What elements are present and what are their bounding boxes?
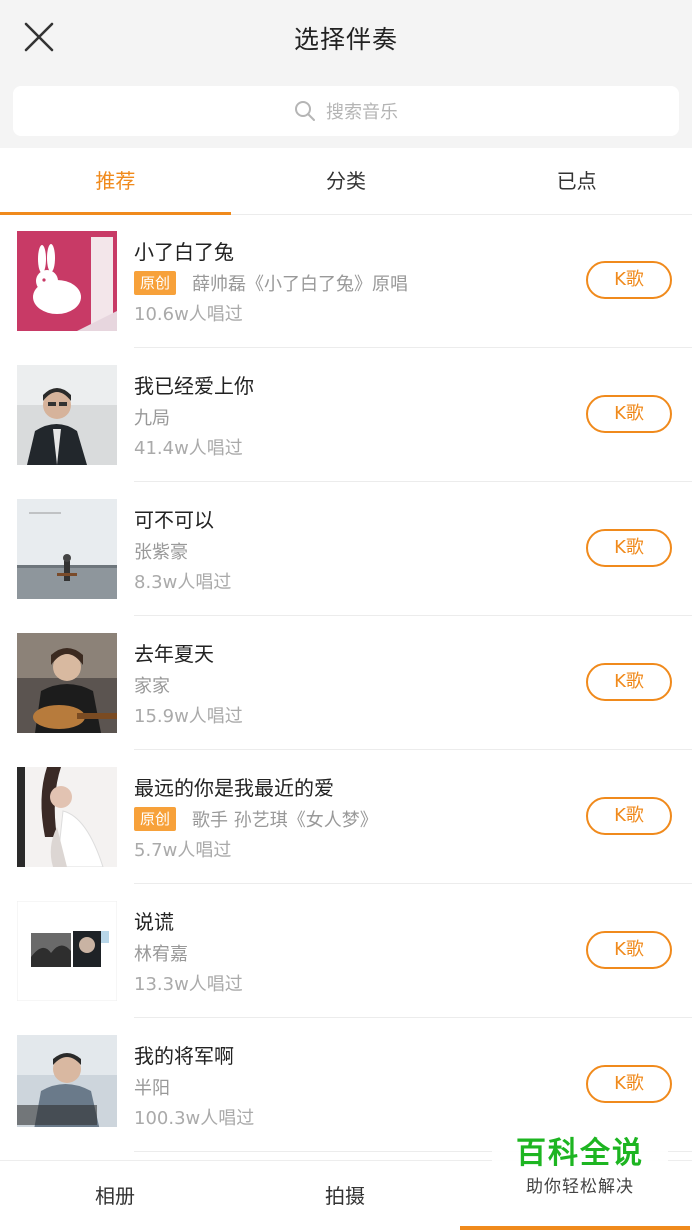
tab-selected[interactable]: 已点 — [461, 148, 692, 214]
sing-button[interactable]: K歌 — [586, 529, 672, 567]
watermark-title: 百科全说 — [516, 1136, 644, 1171]
play-count: 100.3w人唱过 — [134, 1108, 255, 1129]
watermark: 百科全说 助你轻松解决 — [492, 1132, 668, 1204]
play-count: 10.6w人唱过 — [134, 304, 243, 325]
list-item[interactable]: 小了白了兔 原创 薛帅磊《小了白了兔》原唱 10.6w人唱过 K歌 — [0, 214, 692, 348]
album-cover — [17, 365, 117, 465]
app-root: 选择伴奏 搜索音乐 推荐 分类 已点 小了白了兔 原创 薛帅磊《小了白了兔》原唱… — [0, 0, 692, 1230]
search-placeholder: 搜索音乐 — [326, 102, 398, 123]
song-title: 说谎 — [134, 910, 174, 934]
sing-button[interactable]: K歌 — [586, 931, 672, 969]
song-title: 我的将军啊 — [134, 1044, 234, 1068]
play-count: 15.9w人唱过 — [134, 706, 243, 727]
sing-button[interactable]: K歌 — [586, 395, 672, 433]
song-artist: 原创 歌手 孙艺琪《女人梦》 — [134, 806, 378, 832]
song-title: 可不可以 — [134, 508, 214, 532]
artist-text: 九局 — [134, 408, 170, 429]
song-title: 去年夏天 — [134, 642, 214, 666]
play-count: 5.7w人唱过 — [134, 840, 232, 861]
artist-text: 家家 — [134, 676, 170, 697]
album-cover — [17, 901, 117, 1001]
sing-button[interactable]: K歌 — [586, 797, 672, 835]
song-title: 最远的你是我最近的爱 — [134, 776, 334, 800]
search-input[interactable]: 搜索音乐 — [13, 86, 679, 136]
tab-shoot[interactable]: 拍摄 — [230, 1161, 460, 1230]
song-artist: 林宥嘉 — [134, 940, 188, 966]
play-count: 13.3w人唱过 — [134, 974, 243, 995]
album-cover — [17, 767, 117, 867]
list-item[interactable]: 去年夏天 家家 15.9w人唱过 K歌 — [0, 616, 692, 750]
search-icon — [294, 100, 316, 122]
artist-text: 张紫豪 — [134, 542, 188, 563]
watermark-subtitle: 助你轻松解决 — [526, 1177, 634, 1197]
album-cover — [17, 499, 117, 599]
song-artist: 家家 — [134, 672, 170, 698]
sing-button[interactable]: K歌 — [586, 261, 672, 299]
song-artist: 原创 薛帅磊《小了白了兔》原唱 — [134, 270, 408, 296]
artist-text: 半阳 — [134, 1078, 170, 1099]
song-title: 我已经爱上你 — [134, 374, 254, 398]
tab-bar: 推荐 分类 已点 — [0, 148, 692, 215]
album-cover — [17, 1035, 117, 1135]
sing-button[interactable]: K歌 — [586, 1065, 672, 1103]
artist-text: 薛帅磊《小了白了兔》原唱 — [192, 274, 409, 295]
list-item[interactable]: 最远的你是我最近的爱 原创 歌手 孙艺琪《女人梦》 5.7w人唱过 K歌 — [0, 750, 692, 884]
play-count: 8.3w人唱过 — [134, 572, 232, 593]
sing-button[interactable]: K歌 — [586, 663, 672, 701]
header: 选择伴奏 搜索音乐 — [0, 0, 692, 148]
song-artist: 九局 — [134, 404, 170, 430]
tab-category[interactable]: 分类 — [231, 148, 462, 214]
tab-recommend[interactable]: 推荐 — [0, 148, 231, 215]
song-artist: 张紫豪 — [134, 538, 188, 564]
artist-text: 林宥嘉 — [134, 944, 188, 965]
list-item[interactable]: 可不可以 张紫豪 8.3w人唱过 K歌 — [0, 482, 692, 616]
list-item[interactable]: 我已经爱上你 九局 41.4w人唱过 K歌 — [0, 348, 692, 482]
song-title: 小了白了兔 — [134, 240, 234, 264]
song-artist: 半阳 — [134, 1074, 170, 1100]
original-badge: 原创 — [134, 807, 177, 831]
song-list: 小了白了兔 原创 薛帅磊《小了白了兔》原唱 10.6w人唱过 K歌 我已经爱上你… — [0, 214, 692, 1152]
page-title: 选择伴奏 — [293, 25, 398, 54]
list-item[interactable]: 说谎 林宥嘉 13.3w人唱过 K歌 — [0, 884, 692, 1018]
original-badge: 原创 — [134, 271, 177, 295]
play-count: 41.4w人唱过 — [134, 438, 243, 459]
tab-album[interactable]: 相册 — [0, 1161, 230, 1230]
artist-text: 歌手 孙艺琪《女人梦》 — [192, 810, 378, 831]
album-cover — [17, 633, 117, 733]
album-cover — [17, 231, 117, 331]
